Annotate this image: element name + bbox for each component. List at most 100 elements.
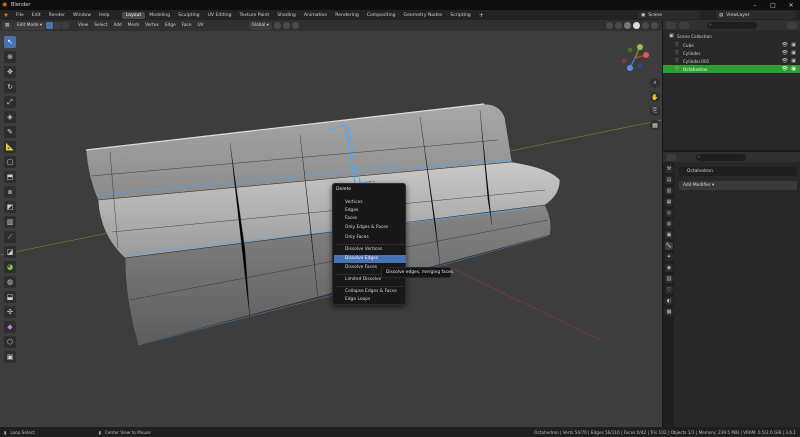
- minimize-icon[interactable]: –: [746, 0, 764, 10]
- data-tab-icon[interactable]: ▽: [665, 286, 673, 294]
- world-tab-icon[interactable]: ◍: [665, 220, 673, 228]
- constraints-tab-icon[interactable]: ⛓: [665, 275, 673, 283]
- vertex-select-mode[interactable]: [46, 22, 53, 29]
- cursor-tool-icon[interactable]: ⊕: [4, 51, 16, 63]
- loop-cut-tool-icon[interactable]: ▥: [4, 216, 16, 228]
- rotate-tool-icon[interactable]: ↻: [4, 81, 16, 93]
- maximize-icon[interactable]: □: [764, 0, 782, 10]
- output-tab-icon[interactable]: ▥: [665, 187, 673, 195]
- shrink-fatten-tool-icon[interactable]: ✣: [4, 306, 16, 318]
- view-layer-selector[interactable]: ▤ ViewLayer: [716, 11, 796, 19]
- material-shading-icon[interactable]: [642, 22, 649, 29]
- menu-item-only-faces[interactable]: Only Faces: [334, 234, 406, 242]
- eye-icon[interactable]: 👁: [782, 42, 788, 48]
- smooth-tool-icon[interactable]: ◍: [4, 276, 16, 288]
- object-tab-icon[interactable]: ▣: [665, 231, 673, 239]
- spin-tool-icon[interactable]: ◕: [4, 261, 16, 273]
- scene-selector[interactable]: ▣ Scene: [638, 11, 700, 19]
- menu-edit[interactable]: Edit: [28, 13, 45, 18]
- annotate-tool-icon[interactable]: ✎: [4, 126, 16, 138]
- wireframe-shading-icon[interactable]: [624, 22, 631, 29]
- view-layer-tab-icon[interactable]: ▦: [665, 198, 673, 206]
- mode-selector[interactable]: Edit Mode ▾: [14, 21, 45, 30]
- inset-tool-icon[interactable]: ⧈: [4, 186, 16, 198]
- menu-item-faces[interactable]: Faces: [334, 215, 406, 223]
- zoom-icon[interactable]: ⌕: [650, 78, 660, 88]
- properties-editor-type-button[interactable]: [666, 153, 676, 161]
- edge-select-mode[interactable]: [54, 22, 61, 29]
- camera-view-icon[interactable]: ⎘: [650, 106, 660, 116]
- add-modifier-button[interactable]: Add Modifier ▾: [679, 181, 797, 190]
- scene-tab-icon[interactable]: ◎: [665, 209, 673, 217]
- header-menu-vertex[interactable]: Vertex: [142, 23, 162, 28]
- outliner-search-input[interactable]: ⌕: [707, 21, 757, 29]
- texture-tab-icon[interactable]: ▩: [665, 308, 673, 316]
- menu-render[interactable]: Render: [45, 13, 69, 18]
- pan-hand-icon[interactable]: ✋: [650, 92, 660, 102]
- eye-icon[interactable]: 👁: [782, 58, 788, 64]
- select-box-tool-icon[interactable]: ↖: [4, 36, 16, 48]
- tab-texture-paint[interactable]: Texture Paint: [236, 12, 274, 19]
- overlay-icon[interactable]: [606, 22, 613, 29]
- camera-icon[interactable]: ▣: [791, 66, 796, 72]
- material-tab-icon[interactable]: ◐: [665, 297, 673, 305]
- outliner-row-octahedron[interactable]: ▽ Octahedron 👁 ▣: [663, 65, 800, 73]
- tab-sculpting[interactable]: Sculpting: [174, 12, 203, 19]
- tab-scripting[interactable]: Scripting: [446, 12, 474, 19]
- header-menu-add[interactable]: Add: [110, 23, 124, 28]
- outliner-row-cube[interactable]: ▽ Cube 👁 ▣: [663, 41, 800, 49]
- header-menu-mesh[interactable]: Mesh: [125, 23, 142, 28]
- menu-item-only-edges-faces[interactable]: Only Edges & Faces: [334, 224, 406, 232]
- render-tab-icon[interactable]: ▤: [665, 176, 673, 184]
- modifier-tab-icon[interactable]: 🔧: [665, 242, 673, 250]
- menu-help[interactable]: Help: [95, 13, 113, 18]
- add-cube-tool-icon[interactable]: ▢: [4, 156, 16, 168]
- outliner-filter-icon[interactable]: [787, 21, 797, 29]
- camera-icon[interactable]: ▣: [791, 42, 796, 48]
- header-menu-uv[interactable]: UV: [194, 23, 206, 28]
- extrude-tool-icon[interactable]: ⬒: [4, 171, 16, 183]
- transform-tool-icon[interactable]: ◈: [4, 111, 16, 123]
- outliner-row-scene-collection[interactable]: ▣ Scene Collection: [663, 32, 800, 40]
- editor-type-button[interactable]: ▦: [2, 21, 13, 30]
- physics-tab-icon[interactable]: ◉: [665, 264, 673, 272]
- camera-icon[interactable]: ▣: [791, 50, 796, 56]
- outliner-editor-type-button[interactable]: [666, 21, 676, 29]
- tab-layout[interactable]: Layout: [121, 11, 146, 19]
- close-icon[interactable]: ✕: [782, 0, 800, 10]
- header-menu-view[interactable]: View: [75, 23, 91, 28]
- rendered-shading-icon[interactable]: [651, 22, 658, 29]
- solid-shading-icon[interactable]: [633, 22, 640, 29]
- menu-item-edges[interactable]: Edges: [334, 207, 406, 215]
- measure-tool-icon[interactable]: 📐: [4, 141, 16, 153]
- menu-item-collapse-edges-faces[interactable]: Collapse Edges & Faces: [334, 288, 406, 296]
- 3d-viewport[interactable]: [0, 31, 662, 427]
- add-workspace-icon[interactable]: +: [475, 12, 488, 19]
- xray-icon[interactable]: [615, 22, 622, 29]
- camera-icon[interactable]: ▣: [791, 58, 796, 64]
- object-name-field[interactable]: Octahedron: [679, 167, 797, 176]
- tab-compositing[interactable]: Compositing: [363, 12, 400, 19]
- scale-tool-icon[interactable]: ⤢: [4, 96, 16, 108]
- rip-tool-icon[interactable]: ⬡: [4, 336, 16, 348]
- proportional-edit-icon[interactable]: [291, 22, 299, 29]
- header-menu-edge[interactable]: Edge: [162, 23, 179, 28]
- poly-build-tool-icon[interactable]: ◪: [4, 246, 16, 258]
- header-menu-select[interactable]: Select: [91, 23, 110, 28]
- menu-item-dissolve-edges[interactable]: Dissolve Edges: [334, 255, 406, 263]
- tab-uv-editing[interactable]: UV Editing: [204, 12, 236, 19]
- menu-item-edge-loops[interactable]: Edge Loops: [334, 296, 406, 304]
- move-tool-icon[interactable]: ✥: [4, 66, 16, 78]
- menu-item-dissolve-vertices[interactable]: Dissolve Vertices: [334, 246, 406, 254]
- eye-icon[interactable]: 👁: [782, 66, 788, 72]
- snap-icon[interactable]: [282, 22, 290, 29]
- toggle-panel-icon[interactable]: ▣: [4, 351, 16, 363]
- transform-orientation-selector[interactable]: Global ▾: [248, 21, 272, 30]
- tab-geometry-nodes[interactable]: Geometry Nodes: [400, 12, 447, 19]
- knife-tool-icon[interactable]: ⟋: [4, 231, 16, 243]
- bevel-tool-icon[interactable]: ◩: [4, 201, 16, 213]
- tab-rendering[interactable]: Rendering: [331, 12, 362, 19]
- edge-slide-tool-icon[interactable]: ⬓: [4, 291, 16, 303]
- eye-icon[interactable]: 👁: [782, 50, 788, 56]
- outliner-display-mode-button[interactable]: [679, 21, 689, 29]
